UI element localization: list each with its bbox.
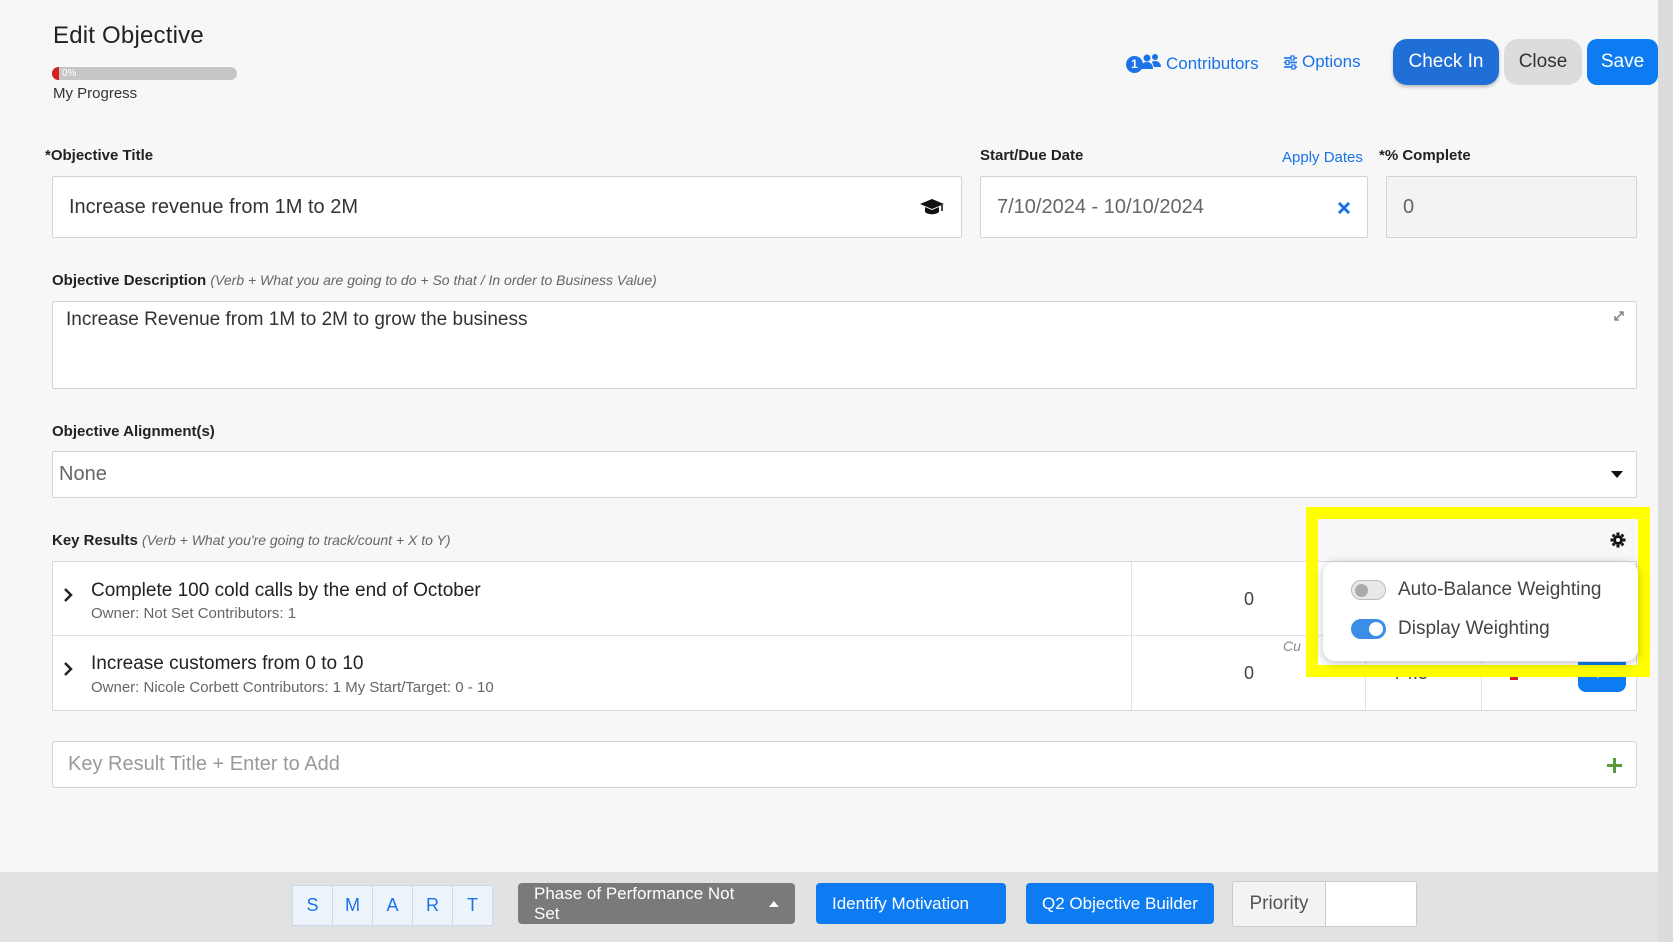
add-key-result-input[interactable] <box>53 742 1553 787</box>
description-textarea[interactable]: Increase Revenue from 1M to 2M to grow t… <box>52 301 1637 389</box>
add-key-result-field[interactable] <box>52 741 1637 788</box>
key-result-meta: Owner: Not Set Contributors: 1 <box>91 605 297 622</box>
display-weighting-label: Display Weighting <box>1398 618 1550 639</box>
progress-percent: 0% <box>62 68 77 79</box>
scrollbar[interactable] <box>1658 0 1673 942</box>
gear-icon[interactable] <box>1610 532 1626 548</box>
sliders-icon <box>1284 54 1297 70</box>
clear-date-icon[interactable] <box>1337 201 1351 215</box>
alignment-select[interactable]: None <box>52 451 1637 498</box>
description-label-text: Objective Description <box>52 272 207 289</box>
key-results-label: Key Results (Verb + What you're going to… <box>52 532 451 549</box>
caret-down-icon <box>1611 471 1623 478</box>
description-label: Objective Description (Verb + What you a… <box>52 272 657 289</box>
smart-t-button[interactable]: T <box>452 885 493 926</box>
key-result-partial-label: Cu <box>1283 638 1301 654</box>
contributors-icon-group: 1 <box>1126 52 1162 76</box>
close-button[interactable]: Close <box>1504 39 1582 85</box>
column-divider <box>1131 562 1132 710</box>
phase-label: Phase of Performance Not Set <box>534 883 735 923</box>
display-weighting-toggle[interactable] <box>1351 619 1386 639</box>
key-result-title: Complete 100 cold calls by the end of Oc… <box>91 580 481 601</box>
contributors-button[interactable]: 1 Contributors <box>1126 52 1259 76</box>
weighting-menu: Auto-Balance Weighting Display Weighting <box>1323 562 1638 661</box>
auto-balance-toggle[interactable] <box>1351 580 1386 600</box>
graduation-cap-icon[interactable] <box>919 197 945 217</box>
main-panel: Edit Objective 0% My Progress 1 Contribu… <box>0 0 1658 872</box>
chevron-right-icon[interactable] <box>63 587 73 608</box>
percent-complete-value: 0 <box>1403 195 1415 218</box>
contributors-label: Contributors <box>1166 54 1259 73</box>
edit-objective-page: Edit Objective 0% My Progress 1 Contribu… <box>0 0 1673 942</box>
progress-bar: 0% <box>52 67 237 80</box>
key-result-current-value: 0 <box>1244 663 1255 683</box>
objective-title-field[interactable]: Increase revenue from 1M to 2M <box>52 176 962 238</box>
plus-icon[interactable] <box>1607 758 1622 773</box>
smart-m-button[interactable]: M <box>332 885 373 926</box>
chevron-right-icon[interactable] <box>63 661 73 682</box>
date-range-field[interactable]: 7/10/2024 - 10/10/2024 <box>980 176 1368 238</box>
objective-builder-button[interactable]: Q2 Objective Builder <box>1026 883 1214 924</box>
toggle-knob <box>1369 622 1383 636</box>
key-result-current-value: 0 <box>1244 589 1255 609</box>
description-hint: (Verb + What you are going to do + So th… <box>210 272 657 288</box>
save-button[interactable]: Save <box>1587 39 1658 85</box>
options-label: Options <box>1302 52 1361 71</box>
check-in-button[interactable]: Check In <box>1393 39 1499 85</box>
key-result-meta: Owner: Nicole Corbett Contributors: 1 My… <box>91 679 494 696</box>
percent-complete-label: *% Complete <box>1379 147 1471 164</box>
priority-field[interactable]: Priority <box>1232 881 1417 927</box>
smart-s-button[interactable]: S <box>292 885 333 926</box>
auto-balance-toggle-row[interactable]: Auto-Balance Weighting <box>1351 579 1602 601</box>
alignment-value: None <box>59 463 107 485</box>
footer-bar: S M A R T Phase of Performance Not Set I… <box>0 872 1658 942</box>
description-value: Increase Revenue from 1M to 2M to grow t… <box>66 309 528 330</box>
priority-label: Priority <box>1249 893 1309 914</box>
page-title: Edit Objective <box>53 22 204 49</box>
progress-label: My Progress <box>53 85 138 102</box>
date-label: Start/Due Date <box>980 147 1084 164</box>
smart-criteria: S M A R T <box>292 885 493 926</box>
progress-fill <box>52 67 59 80</box>
objective-title-value: Increase revenue from 1M to 2M <box>69 195 359 218</box>
phase-dropdown-button[interactable]: Phase of Performance Not Set <box>518 883 795 924</box>
smart-a-button[interactable]: A <box>372 885 413 926</box>
priority-input[interactable] <box>1325 882 1416 926</box>
auto-balance-label: Auto-Balance Weighting <box>1398 579 1602 600</box>
identify-motivation-button[interactable]: Identify Motivation <box>816 883 1006 924</box>
percent-complete-field: 0 <box>1386 176 1637 238</box>
alignment-label: Objective Alignment(s) <box>52 423 215 440</box>
people-icon <box>1141 54 1161 69</box>
objective-title-label: *Objective Title <box>45 147 154 164</box>
apply-dates-link[interactable]: Apply Dates <box>1282 149 1363 166</box>
smart-r-button[interactable]: R <box>412 885 453 926</box>
key-result-title: Increase customers from 0 to 10 <box>91 653 364 674</box>
display-weighting-toggle-row[interactable]: Display Weighting <box>1351 618 1550 640</box>
date-range-value: 7/10/2024 - 10/10/2024 <box>997 195 1204 218</box>
key-results-hint: (Verb + What you're going to track/count… <box>142 532 451 548</box>
toggle-knob <box>1355 584 1368 597</box>
key-results-label-text: Key Results <box>52 532 138 549</box>
expand-icon[interactable] <box>1612 309 1626 323</box>
caret-up-icon <box>769 900 779 907</box>
options-button[interactable]: Options <box>1283 52 1361 72</box>
